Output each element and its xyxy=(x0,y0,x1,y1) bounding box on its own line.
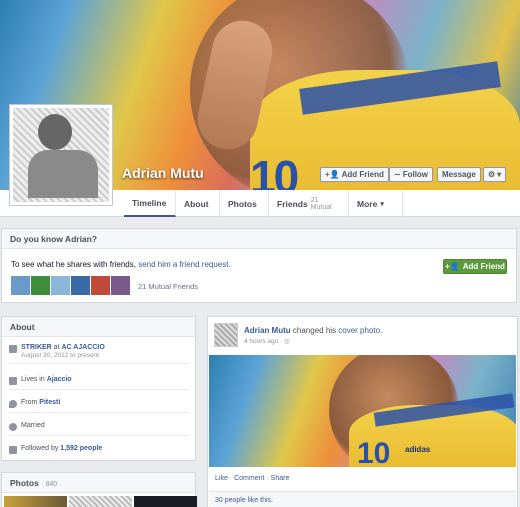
home-icon xyxy=(9,377,17,385)
job-separator: at xyxy=(51,344,62,351)
cover-image-number: 10 xyxy=(250,151,299,190)
follow-label: Follow xyxy=(402,170,429,179)
timeline-post: Adrian Mutu changed his cover photo. 4 h… xyxy=(207,316,518,507)
follow-button[interactable]: ∼ Follow xyxy=(389,167,434,182)
job-dates: August 30, 2012 to present xyxy=(21,352,100,359)
friend-suggestion-box: Do you know Adrian? To see what he share… xyxy=(1,228,517,303)
post-image[interactable]: 10 adidas xyxy=(209,355,516,467)
photos-title: Photos xyxy=(10,478,39,488)
post-image-number: 10 xyxy=(357,437,391,467)
about-work: STRIKER at AC AJACCIO August 30, 2012 to… xyxy=(9,344,189,364)
relationship-status: Married xyxy=(21,422,45,429)
add-friend-label: Add Friend xyxy=(341,170,384,179)
add-friend-button[interactable]: +👤 Add Friend xyxy=(320,167,389,182)
comment-link[interactable]: Comment xyxy=(234,475,264,482)
friend-suggestion-text: To see what he shares with friends, send… xyxy=(11,260,231,269)
like-link[interactable]: Like xyxy=(215,475,228,482)
post-time: 4 hours ago xyxy=(244,338,279,345)
followed-prefix: Followed by xyxy=(21,445,61,452)
heart-icon xyxy=(9,423,17,431)
friend-suggestion-prefix: To see what he shares with friends, xyxy=(11,260,139,269)
cover-photo-link[interactable]: cover photo xyxy=(338,326,380,335)
rss-icon xyxy=(9,446,17,454)
post-author[interactable]: Adrian Mutu xyxy=(244,326,291,335)
avatar[interactable] xyxy=(11,276,30,295)
avatar[interactable] xyxy=(71,276,90,295)
rss-icon: ∼ xyxy=(394,170,401,179)
mutual-friends-avatars xyxy=(11,276,130,295)
profile-picture-image xyxy=(13,108,109,202)
photos-count: 840 xyxy=(45,481,58,488)
avatar[interactable] xyxy=(51,276,70,295)
about-title[interactable]: About xyxy=(2,317,195,337)
about-followers: Followed by 1,592 people xyxy=(9,445,189,458)
tab-label: More xyxy=(357,198,378,209)
tab-label: Friends xyxy=(277,198,308,209)
photo-thumbnail[interactable] xyxy=(4,496,67,507)
photo-thumbnail[interactable] xyxy=(134,496,197,507)
settings-button[interactable]: ⚙ ▾ xyxy=(483,167,507,182)
profile-picture[interactable] xyxy=(9,104,113,206)
tab-photos[interactable]: Photos xyxy=(220,190,269,217)
mutual-friends-count[interactable]: 21 Mutual Friends xyxy=(138,282,198,291)
location-pin-icon xyxy=(9,400,17,408)
tab-friends-count: 21 Mutual xyxy=(310,196,332,211)
lives-place[interactable]: Ajaccio xyxy=(47,376,72,383)
avatar[interactable] xyxy=(214,323,238,347)
avatar[interactable] xyxy=(111,276,130,295)
tab-about[interactable]: About xyxy=(176,190,220,217)
from-place[interactable]: Pitesti xyxy=(39,399,60,406)
profile-name[interactable]: Adrian Mutu xyxy=(122,165,204,181)
friend-suggestion-title: Do you know Adrian? xyxy=(2,229,516,249)
about-lives-in: Lives in Ajaccio xyxy=(9,376,189,390)
tab-more[interactable]: More ▾ xyxy=(349,190,403,217)
chevron-down-icon: ▾ xyxy=(497,170,502,179)
send-friend-request-link[interactable]: send him a friend request. xyxy=(138,260,231,269)
message-button[interactable]: Message xyxy=(437,167,481,182)
message-label: Message xyxy=(442,170,476,179)
post-timestamp[interactable]: 4 hours ago · ◎ xyxy=(244,337,290,345)
avatar[interactable] xyxy=(91,276,110,295)
post-title: Adrian Mutu changed his cover photo. xyxy=(244,326,382,335)
post-actions: Like · Comment · Share xyxy=(215,475,290,482)
tab-label: Photos xyxy=(228,198,257,209)
add-friend-label: Add Friend xyxy=(462,262,505,271)
photos-header[interactable]: Photos · 840 xyxy=(2,473,195,493)
adidas-logo: adidas xyxy=(405,445,431,454)
share-link[interactable]: Share xyxy=(271,475,290,482)
post-action-prefix: changed his xyxy=(290,326,339,335)
tab-label: Timeline xyxy=(132,197,167,208)
chevron-down-icon: ▾ xyxy=(380,200,384,208)
about-section: About STRIKER at AC AJACCIO August 30, 2… xyxy=(1,316,196,461)
post-action-suffix: . xyxy=(380,326,383,335)
tab-timeline[interactable]: Timeline xyxy=(124,190,176,217)
tab-friends[interactable]: Friends 21 Mutual xyxy=(269,190,349,217)
photos-section: Photos · 840 xyxy=(1,472,197,507)
post-likes-summary[interactable]: 30 people like this. xyxy=(209,491,516,507)
job-company[interactable]: AC AJACCIO xyxy=(61,344,104,351)
globe-icon: ◎ xyxy=(284,338,290,345)
gear-icon: ⚙ xyxy=(488,170,496,179)
about-from: From Pitesti xyxy=(9,399,189,413)
lives-prefix: Lives in xyxy=(21,376,47,383)
photo-thumbnail[interactable] xyxy=(69,496,132,507)
briefcase-icon xyxy=(9,345,17,353)
tab-label: About xyxy=(184,198,209,209)
from-prefix: From xyxy=(21,399,40,406)
followed-count[interactable]: 1,592 people xyxy=(60,445,102,452)
add-friend-button-secondary[interactable]: +👤 Add Friend xyxy=(443,259,507,274)
avatar[interactable] xyxy=(31,276,50,295)
add-friend-icon: +👤 xyxy=(325,170,340,179)
add-friend-icon: +👤 xyxy=(445,262,460,271)
job-title[interactable]: STRIKER xyxy=(21,344,52,351)
about-relationship: Married xyxy=(9,422,189,436)
